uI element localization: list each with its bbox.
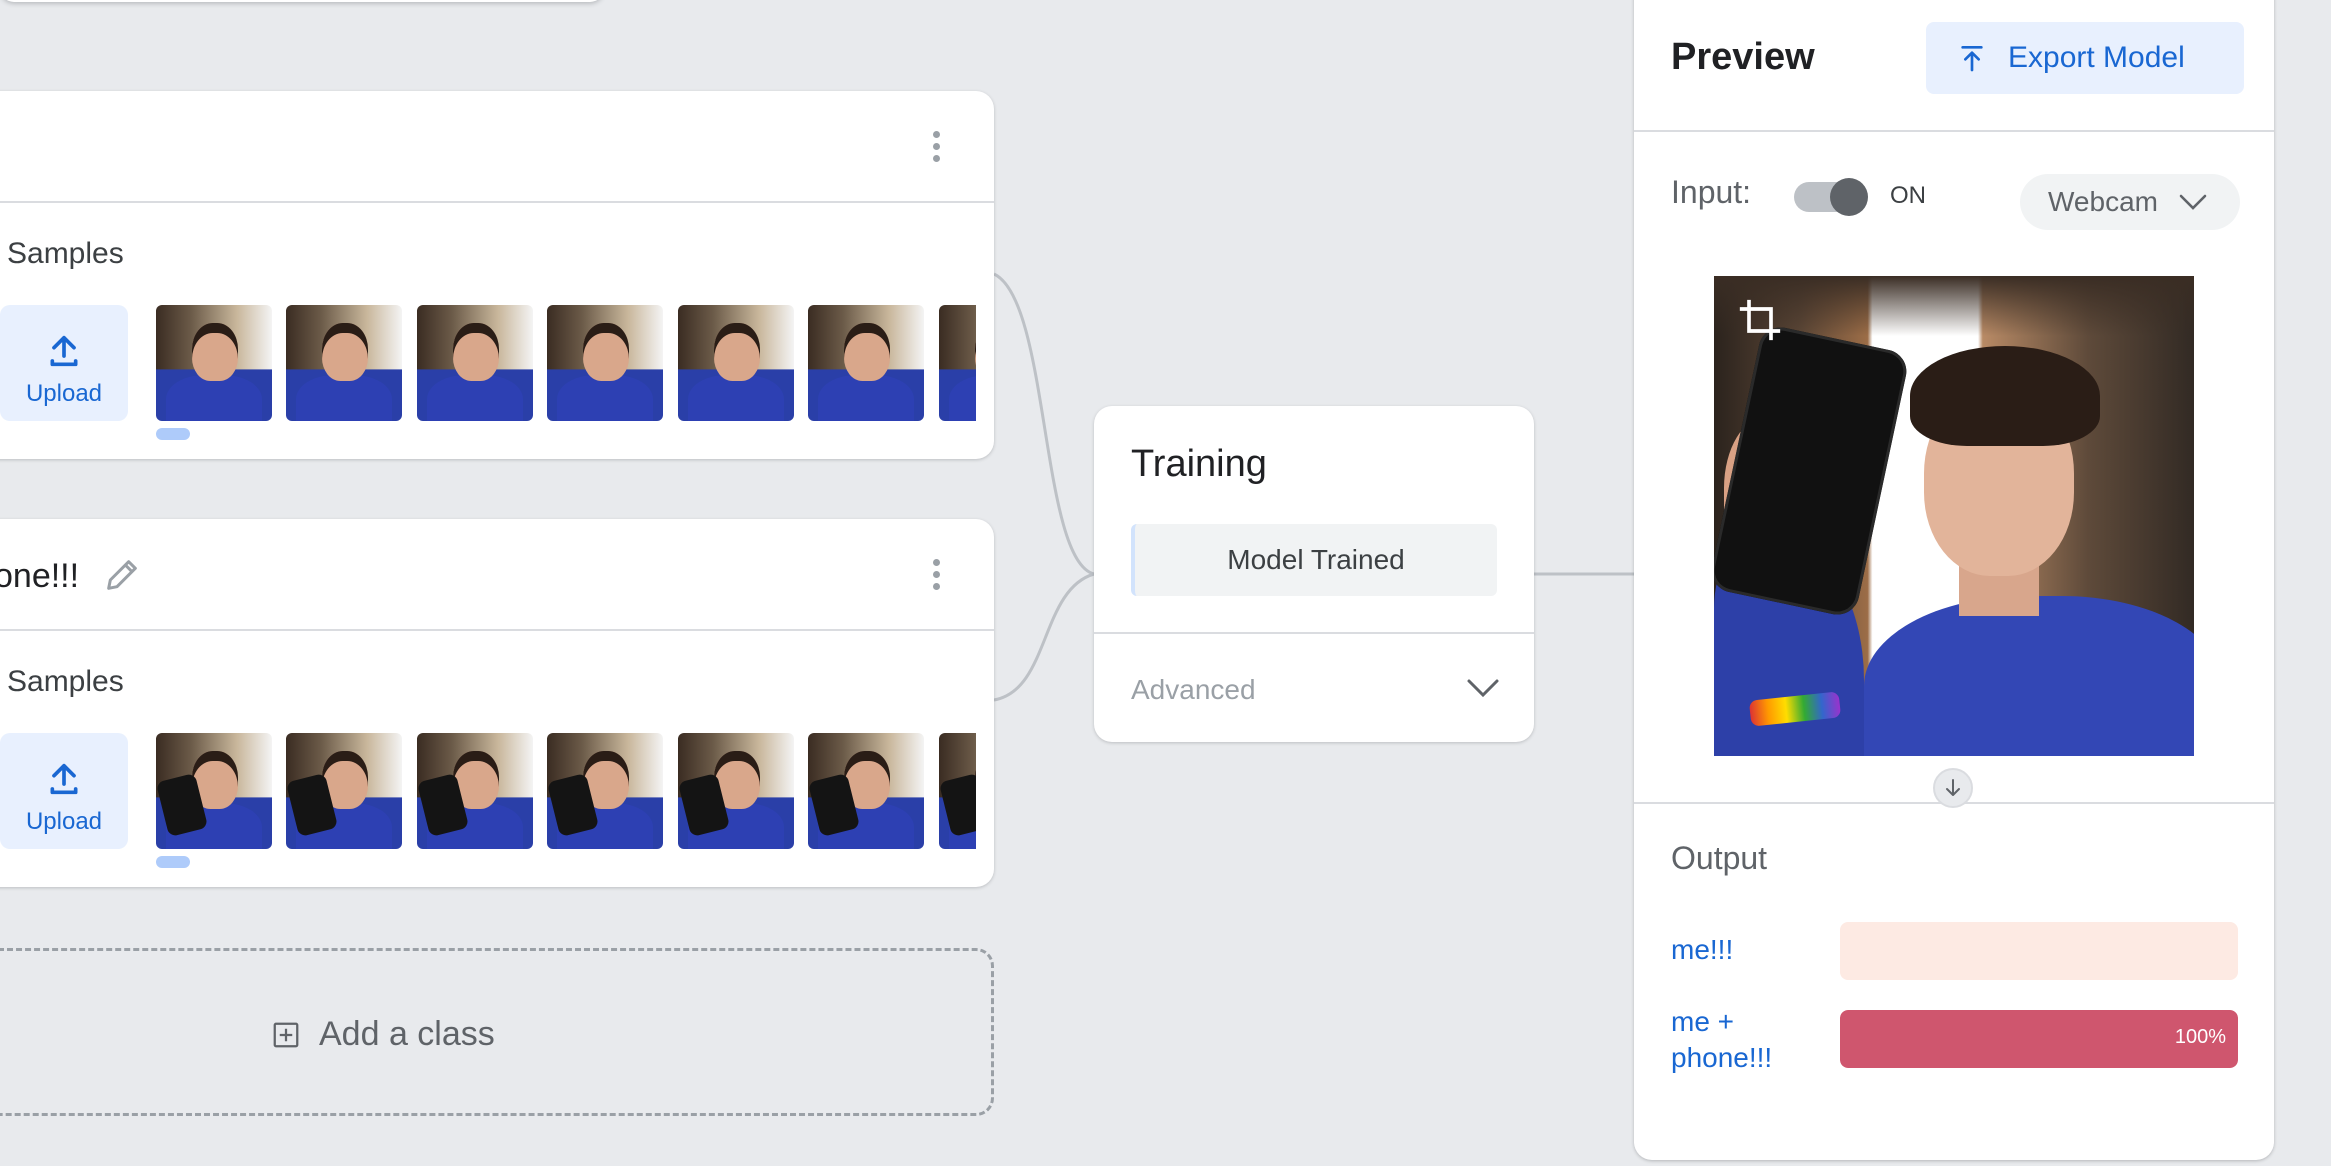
divider: [1094, 632, 1534, 634]
divider: [1634, 130, 2274, 132]
add-class-label: Add a class: [319, 1015, 495, 1053]
output-confidence-bar: [1840, 922, 2238, 980]
chevron-down-icon[interactable]: [1466, 676, 1500, 700]
sample-thumbnail[interactable]: [416, 305, 533, 421]
scroll-indicator[interactable]: [156, 428, 190, 440]
preview-title: Preview: [1671, 36, 1815, 78]
input-label: Input:: [1671, 174, 1752, 210]
class-card: one!!! Samples Upload: [0, 519, 994, 887]
upload-button[interactable]: Upload: [0, 733, 128, 849]
output-confidence-bar: 100%: [1840, 1010, 2238, 1068]
export-upload-icon: [1961, 46, 1983, 72]
upload-icon: [50, 763, 78, 795]
partial-card-top: [0, 0, 604, 2]
class-card-header: [0, 91, 994, 203]
sample-thumbnail[interactable]: [286, 733, 403, 849]
export-model-label: Export Model: [2008, 41, 2185, 74]
upload-label: Upload: [25, 380, 103, 407]
train-model-button[interactable]: Model Trained: [1131, 524, 1497, 596]
class-card: Samples Upload: [0, 91, 994, 459]
sample-thumbnail[interactable]: [547, 733, 664, 849]
upload-button[interactable]: Upload: [0, 305, 128, 421]
sample-thumbnail[interactable]: [547, 305, 664, 421]
arrow-down-icon: [1933, 768, 1973, 808]
sample-thumbnails: [156, 733, 976, 849]
samples-label: Samples: [7, 665, 124, 698]
output-class-label: me!!!: [1671, 934, 1734, 965]
confidence-percent: 100%: [2174, 1026, 2226, 1048]
chevron-down-icon: [2179, 194, 2207, 210]
crop-icon[interactable]: [1738, 298, 1782, 342]
kebab-menu-icon[interactable]: [930, 131, 942, 167]
advanced-toggle[interactable]: Advanced: [1131, 674, 1256, 706]
sample-thumbnail[interactable]: [938, 733, 976, 849]
output-class-label: me + phone!!!: [1671, 1006, 1773, 1073]
webcam-preview: [1714, 276, 2194, 756]
pencil-icon[interactable]: [102, 555, 142, 595]
add-box-icon: [273, 1022, 299, 1047]
sample-thumbnail[interactable]: [156, 733, 272, 849]
input-source-select[interactable]: Webcam: [2020, 174, 2240, 230]
upload-icon: [50, 335, 78, 367]
preview-panel: Preview Export Model Input: ON Webcam Ou…: [1634, 0, 2274, 1160]
input-source-value: Webcam: [2048, 186, 2158, 217]
sample-thumbnail[interactable]: [416, 733, 533, 849]
sample-thumbnail[interactable]: [156, 305, 272, 421]
sample-thumbnail[interactable]: [938, 305, 976, 421]
sample-thumbnail[interactable]: [286, 305, 403, 421]
upload-label: Upload: [25, 808, 103, 835]
kebab-menu-icon[interactable]: [930, 559, 942, 595]
input-toggle[interactable]: [1794, 178, 1868, 216]
training-card: Training Model Trained Advanced: [1094, 406, 1534, 742]
toggle-state-label: ON: [1890, 182, 1926, 209]
sample-thumbnails: [156, 305, 976, 421]
training-title: Training: [1131, 443, 1267, 485]
class-card-header: one!!!: [0, 519, 994, 631]
sample-thumbnail[interactable]: [677, 305, 794, 421]
add-class-button[interactable]: Add a class: [0, 948, 994, 1116]
samples-label: Samples: [7, 237, 124, 270]
output-title: Output: [1671, 840, 1768, 876]
sample-thumbnail[interactable]: [808, 733, 925, 849]
sample-thumbnail[interactable]: [677, 733, 794, 849]
sample-thumbnail[interactable]: [808, 305, 925, 421]
class-name[interactable]: one!!!: [0, 557, 79, 596]
export-model-button[interactable]: Export Model: [1926, 22, 2244, 94]
scroll-indicator[interactable]: [156, 856, 190, 868]
